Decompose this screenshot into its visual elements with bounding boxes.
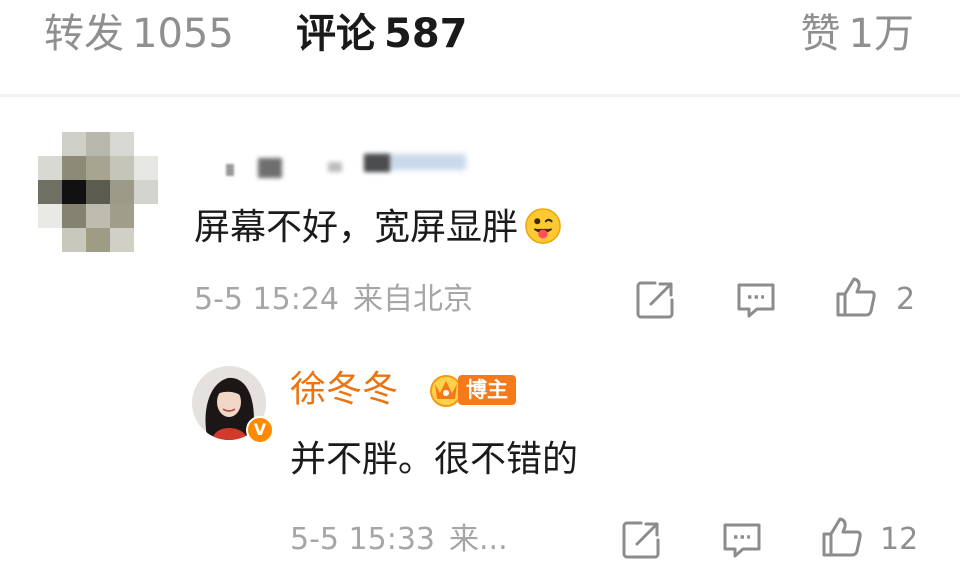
- like-count: 2: [896, 282, 916, 317]
- tongue-wink-emoji: [525, 208, 561, 244]
- tab-like-label: 赞: [800, 11, 841, 57]
- comment-location: 来自北京: [353, 282, 473, 317]
- verified-badge: V: [246, 416, 274, 444]
- share-icon[interactable]: [633, 278, 677, 322]
- comment-text-content: 并不胖。很不错的: [290, 439, 579, 480]
- blogger-badge: 博主: [426, 369, 518, 409]
- comment-time: 5-5 15:33: [290, 522, 435, 557]
- tab-like[interactable]: 赞 1万: [801, 8, 914, 60]
- comment-time: 5-5 15:24: [194, 282, 339, 317]
- interaction-tab-bar: 转发 1055 评论 587 赞 1万: [0, 0, 960, 70]
- tab-repost-count: 1055: [132, 11, 234, 57]
- comment-text: 屏幕不好，宽屏显胖: [194, 204, 562, 252]
- user-name[interactable]: 徐冬冬: [290, 366, 398, 414]
- share-icon[interactable]: [619, 518, 663, 562]
- tab-comment-label: 评论: [296, 11, 376, 57]
- tab-comment[interactable]: 评论 587: [296, 8, 468, 60]
- comment-icon[interactable]: [734, 278, 778, 322]
- avatar[interactable]: [38, 132, 158, 252]
- comment-meta: 5-5 15:33 来...: [290, 520, 508, 560]
- comment-icon[interactable]: [720, 518, 764, 562]
- comment-meta: 5-5 15:24 来自北京: [194, 280, 473, 320]
- tab-like-count: 1万: [848, 11, 914, 57]
- tab-divider: [0, 94, 960, 97]
- blogger-badge-label: 博主: [458, 375, 516, 405]
- thumbs-up-icon[interactable]: [834, 275, 878, 319]
- tab-repost-label: 转发: [44, 11, 124, 57]
- comment-location: 来...: [449, 522, 508, 557]
- tab-repost[interactable]: 转发 1055: [44, 8, 234, 60]
- comment-text-content: 屏幕不好，宽屏显胖: [194, 207, 519, 248]
- comment-text: 并不胖。很不错的: [290, 436, 578, 484]
- thumbs-up-icon[interactable]: [820, 515, 864, 559]
- blurred-username[interactable]: [196, 150, 486, 180]
- tab-comment-count: 587: [384, 11, 468, 57]
- like-count: 12: [880, 522, 919, 557]
